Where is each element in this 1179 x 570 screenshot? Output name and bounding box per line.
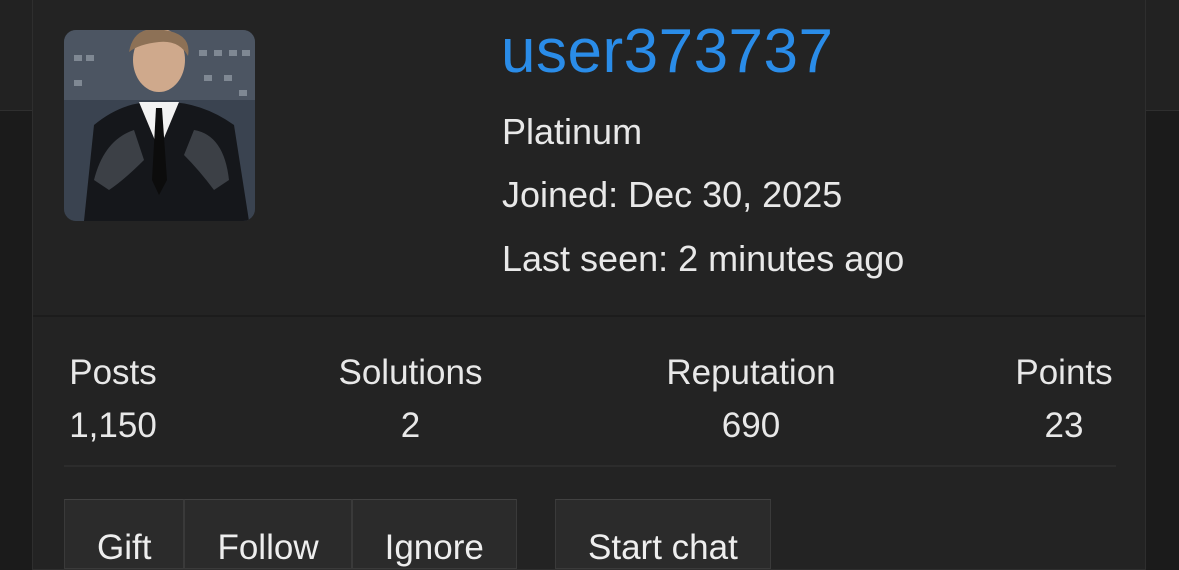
- last-seen: Last seen: 2 minutes ago: [502, 238, 905, 279]
- stat-reputation[interactable]: Reputation 690: [653, 355, 849, 443]
- ignore-button[interactable]: Ignore: [351, 499, 517, 569]
- stat-value: 690: [721, 406, 781, 445]
- stat-solutions[interactable]: Solutions 2: [323, 355, 498, 443]
- stat-label: Reputation: [666, 353, 836, 392]
- gift-button[interactable]: Gift: [64, 499, 185, 569]
- stat-label: Points: [1015, 353, 1113, 392]
- stat-value: 2: [400, 406, 421, 445]
- user-rank: Platinum: [502, 111, 643, 152]
- chat-actions: Start chat: [555, 499, 771, 569]
- profile-header: user373737 Platinum Joined: Dec 30, 2025…: [33, 0, 1145, 317]
- stat-value: 23: [1044, 406, 1084, 445]
- stat-label: Posts: [69, 353, 157, 392]
- divider: [64, 465, 1116, 467]
- start-chat-button[interactable]: Start chat: [555, 499, 771, 569]
- profile-card: user373737 Platinum Joined: Dec 30, 2025…: [32, 0, 1146, 570]
- stat-label: Solutions: [338, 353, 483, 392]
- avatar-image: [64, 30, 255, 221]
- stat-posts[interactable]: Posts 1,150: [63, 355, 163, 443]
- profile-actions: Gift Follow Ignore: [64, 499, 517, 569]
- joined-date: Joined: Dec 30, 2025: [502, 174, 843, 215]
- follow-button[interactable]: Follow: [184, 499, 352, 569]
- avatar[interactable]: [64, 30, 255, 221]
- stat-points[interactable]: Points 23: [1009, 355, 1119, 443]
- username[interactable]: user373737: [501, 21, 834, 83]
- stat-value: 1,150: [69, 406, 157, 445]
